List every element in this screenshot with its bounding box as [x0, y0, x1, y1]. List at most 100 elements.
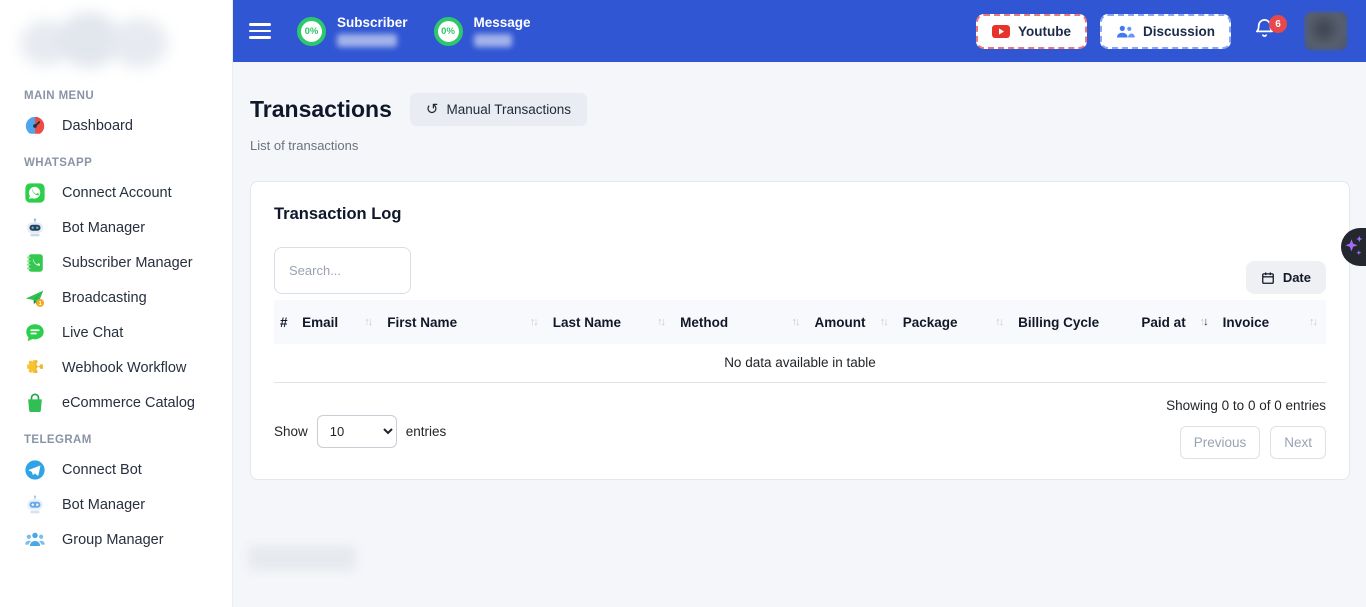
sort-icon: ↑↓	[1309, 316, 1320, 328]
message-stat-label: Message	[474, 15, 531, 30]
youtube-icon	[992, 25, 1010, 38]
sort-icon: ↑↓	[995, 316, 1006, 328]
sparkles-icon	[1344, 234, 1365, 260]
sidebar-item-broadcasting[interactable]: 1 Broadcasting	[0, 280, 232, 315]
youtube-button-label: Youtube	[1018, 24, 1071, 39]
transaction-log-card: Transaction Log Date # Email↑↓ First Nam…	[250, 181, 1350, 480]
app-logo	[14, 6, 218, 76]
people-icon	[24, 529, 46, 551]
sidebar-item-dashboard[interactable]: Dashboard	[0, 108, 232, 143]
search-input[interactable]	[274, 247, 411, 294]
transactions-table: # Email↑↓ First Name↑↓ Last Name↑↓ Metho…	[274, 300, 1326, 383]
sidebar-item-webhook-workflow[interactable]: Webhook Workflow	[0, 350, 232, 385]
youtube-button[interactable]: Youtube	[976, 14, 1087, 49]
page-subtitle: List of transactions	[250, 138, 1350, 153]
previous-page-button[interactable]: Previous	[1180, 426, 1261, 459]
svg-text:1: 1	[39, 300, 42, 306]
puzzle-icon	[24, 357, 46, 379]
sidebar-section-whatsapp: WHATSAPP	[24, 157, 232, 169]
sidebar-item-bot-manager-whatsapp[interactable]: Bot Manager	[0, 210, 232, 245]
column-header-last-name[interactable]: Last Name↑↓	[547, 300, 674, 344]
sidebar-item-label: Webhook Workflow	[62, 360, 186, 376]
page-size-select[interactable]: 10	[317, 415, 397, 448]
sidebar-item-label: Bot Manager	[62, 220, 145, 236]
history-icon: ↺	[426, 103, 439, 116]
menu-toggle-icon[interactable]	[249, 19, 271, 43]
message-stat-value-blurred	[474, 34, 512, 47]
main-content: Transactions ↺ Manual Transactions List …	[233, 62, 1366, 607]
sidebar-item-live-chat[interactable]: Live Chat	[0, 315, 232, 350]
sidebar-item-subscriber-manager[interactable]: Subscriber Manager	[0, 245, 232, 280]
column-header-index: #	[274, 300, 296, 344]
sidebar: MAIN MENU Dashboard WHATSAPP Connect Acc…	[0, 0, 233, 607]
footer-text-blurred	[248, 546, 356, 570]
robot-icon	[24, 494, 46, 516]
column-header-package[interactable]: Package↑↓	[897, 300, 1012, 344]
robot-icon	[24, 217, 46, 239]
message-stat: 0% Message	[434, 15, 531, 47]
entries-summary: Showing 0 to 0 of 0 entries	[1166, 398, 1326, 413]
subscriber-stat-label: Subscriber	[337, 15, 408, 30]
paper-plane-icon: 1	[24, 287, 46, 309]
column-header-paid-at[interactable]: Paid at↑↓	[1135, 300, 1216, 344]
discussion-people-icon	[1116, 25, 1135, 38]
message-progress-ring: 0%	[434, 17, 463, 46]
calendar-icon	[1261, 271, 1275, 285]
gauge-icon	[24, 115, 46, 137]
top-header: 0% Subscriber 0% Message Youtube Discuss…	[233, 0, 1366, 62]
manual-transactions-label: Manual Transactions	[446, 102, 571, 117]
column-header-invoice[interactable]: Invoice↑↓	[1217, 300, 1326, 344]
sort-icon: ↑↓	[657, 316, 668, 328]
sidebar-item-label: Live Chat	[62, 325, 123, 341]
next-page-button[interactable]: Next	[1270, 426, 1326, 459]
discussion-button-label: Discussion	[1143, 24, 1215, 39]
sidebar-item-label: Connect Bot	[62, 462, 142, 478]
sidebar-section-telegram: TELEGRAM	[24, 434, 232, 446]
entries-label: entries	[406, 424, 447, 439]
sidebar-item-label: Broadcasting	[62, 290, 147, 306]
sidebar-section-main-menu: MAIN MENU	[24, 90, 232, 102]
date-button-label: Date	[1283, 270, 1311, 285]
shopping-bag-icon	[24, 392, 46, 414]
show-label: Show	[274, 424, 308, 439]
telegram-icon	[24, 459, 46, 481]
subscriber-progress-ring: 0%	[297, 17, 326, 46]
column-header-billing-cycle[interactable]: Billing Cycle	[1012, 300, 1135, 344]
sort-icon: ↑↓	[364, 316, 375, 328]
column-header-email[interactable]: Email↑↓	[296, 300, 381, 344]
sort-icon: ↑↓	[880, 316, 891, 328]
sidebar-item-label: Subscriber Manager	[62, 255, 193, 271]
sort-icon: ↑↓	[530, 316, 541, 328]
sidebar-item-label: Connect Account	[62, 185, 172, 201]
notification-count-badge: 6	[1269, 15, 1287, 33]
sidebar-item-group-manager[interactable]: Group Manager	[0, 522, 232, 557]
notifications-button[interactable]: 6	[1253, 17, 1276, 45]
column-header-method[interactable]: Method↑↓	[674, 300, 808, 344]
empty-table-message: No data available in table	[274, 344, 1326, 383]
user-avatar[interactable]	[1304, 11, 1348, 51]
sidebar-item-ecommerce-catalog[interactable]: eCommerce Catalog	[0, 385, 232, 420]
sidebar-item-label: Group Manager	[62, 532, 164, 548]
card-title: Transaction Log	[274, 205, 1326, 224]
discussion-button[interactable]: Discussion	[1100, 14, 1231, 49]
sidebar-item-label: Dashboard	[62, 118, 133, 134]
contacts-icon	[24, 252, 46, 274]
sort-icon-active-desc: ↑↓	[1200, 316, 1211, 328]
page-title: Transactions	[250, 96, 392, 123]
sort-icon: ↑↓	[792, 316, 803, 328]
table-header-row: # Email↑↓ First Name↑↓ Last Name↑↓ Metho…	[274, 300, 1326, 344]
column-header-first-name[interactable]: First Name↑↓	[381, 300, 546, 344]
sidebar-item-bot-manager-telegram[interactable]: Bot Manager	[0, 487, 232, 522]
column-header-amount[interactable]: Amount↑↓	[809, 300, 897, 344]
whatsapp-icon	[24, 182, 46, 204]
date-filter-button[interactable]: Date	[1246, 261, 1326, 294]
sidebar-item-connect-bot[interactable]: Connect Bot	[0, 452, 232, 487]
sidebar-item-label: eCommerce Catalog	[62, 395, 195, 411]
manual-transactions-button[interactable]: ↺ Manual Transactions	[410, 93, 587, 126]
sidebar-item-label: Bot Manager	[62, 497, 145, 513]
chat-bubble-icon	[24, 322, 46, 344]
subscriber-stat: 0% Subscriber	[297, 15, 408, 47]
subscriber-stat-value-blurred	[337, 34, 397, 47]
empty-table-row: No data available in table	[274, 344, 1326, 383]
sidebar-item-connect-account[interactable]: Connect Account	[0, 175, 232, 210]
